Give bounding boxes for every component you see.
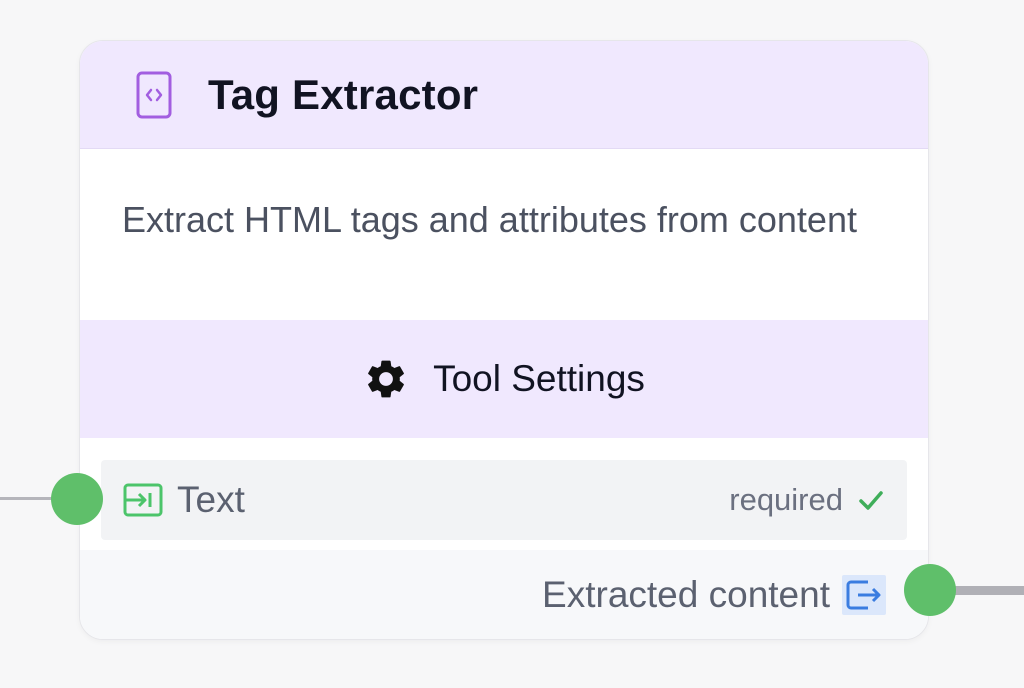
input-row-text[interactable]: Text required bbox=[101, 460, 907, 540]
output-arrow-icon bbox=[842, 575, 886, 615]
tag-extractor-node[interactable]: Tag Extractor Extract HTML tags and attr… bbox=[79, 40, 929, 640]
outgoing-edge[interactable] bbox=[950, 586, 1024, 595]
node-title: Tag Extractor bbox=[208, 70, 479, 118]
node-header[interactable]: Tag Extractor bbox=[80, 41, 928, 149]
workflow-canvas[interactable]: Tag Extractor Extract HTML tags and attr… bbox=[0, 0, 1024, 688]
input-label: Text bbox=[177, 479, 245, 520]
node-outputs: Extracted content bbox=[80, 550, 928, 639]
required-label: required bbox=[729, 482, 843, 517]
output-label: Extracted content bbox=[542, 574, 830, 615]
code-file-icon bbox=[134, 69, 174, 121]
node-inputs: Text required bbox=[80, 438, 928, 550]
output-handle[interactable] bbox=[904, 564, 956, 616]
check-icon bbox=[857, 486, 885, 514]
tool-settings-label: Tool Settings bbox=[433, 358, 645, 399]
required-indicator: required bbox=[729, 482, 885, 518]
input-handle[interactable] bbox=[51, 473, 103, 525]
gear-icon bbox=[363, 356, 409, 402]
input-arrow-icon bbox=[123, 482, 163, 518]
node-description: Extract HTML tags and attributes from co… bbox=[122, 199, 857, 240]
tool-settings-button[interactable]: Tool Settings bbox=[80, 320, 928, 438]
